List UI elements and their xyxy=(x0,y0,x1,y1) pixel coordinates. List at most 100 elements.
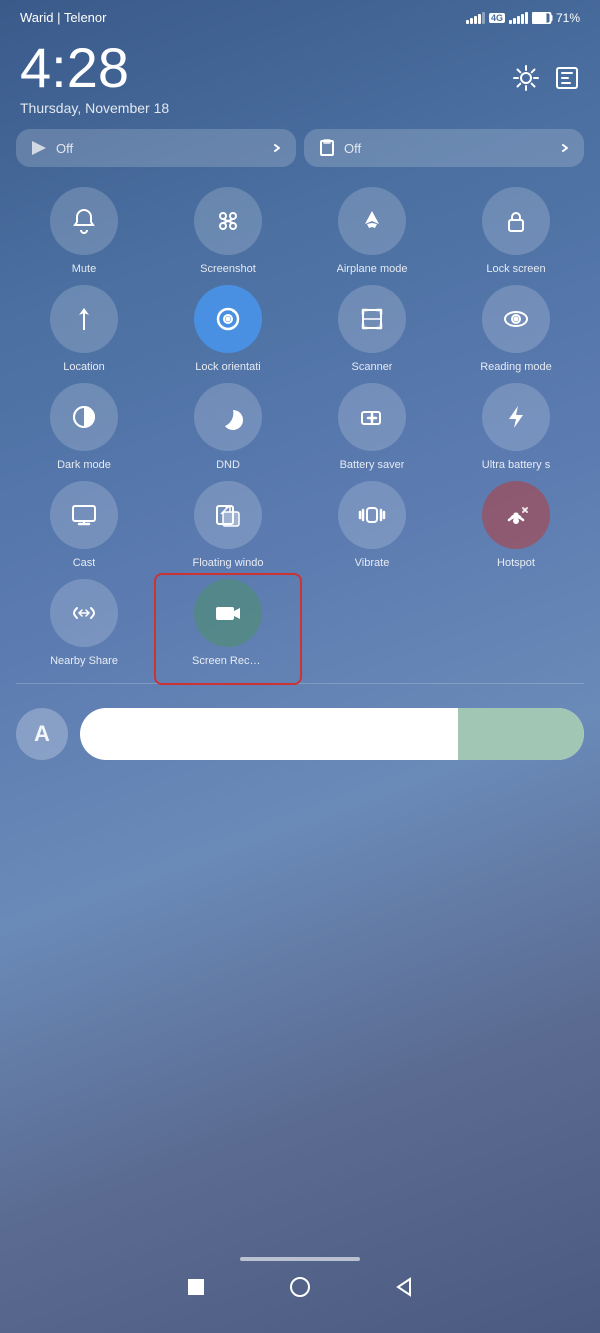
mute-label: Mute xyxy=(72,263,96,275)
location-circle xyxy=(50,285,118,353)
nav-buttons xyxy=(184,1275,416,1299)
top-tiles: Off Off xyxy=(0,121,600,175)
bolt-icon xyxy=(501,402,531,432)
cast-top-icon xyxy=(30,139,48,157)
tile-nearby-share[interactable]: Nearby Share xyxy=(16,579,152,667)
scanner-circle xyxy=(338,285,406,353)
quick-settings-grid: Mute Screenshot Airplane mode xyxy=(0,179,600,675)
eye-icon xyxy=(501,304,531,334)
nearby-share-circle xyxy=(50,579,118,647)
top-tile-1[interactable]: Off xyxy=(16,129,296,167)
settings-icon[interactable] xyxy=(512,64,540,92)
location-icon xyxy=(70,305,98,333)
signal-bars-2 xyxy=(509,12,528,24)
hotspot-icon xyxy=(501,500,531,530)
battery-saver-label: Battery saver xyxy=(340,459,405,471)
scanner-icon xyxy=(357,304,387,334)
tile-floating-window[interactable]: Floating windo xyxy=(160,481,296,569)
battery-plus-icon xyxy=(357,402,387,432)
floating-icon xyxy=(213,500,243,530)
tile-scanner[interactable]: Scanner xyxy=(304,285,440,373)
dnd-label: DND xyxy=(216,459,240,471)
screen-record-circle xyxy=(194,579,262,647)
video-camera-icon xyxy=(213,598,243,628)
top-tile-1-label: Off xyxy=(56,141,73,156)
tile-cast[interactable]: Cast xyxy=(16,481,152,569)
top-tile-2-label: Off xyxy=(344,141,361,156)
screen-record-label: Screen Record xyxy=(192,655,264,667)
chevron-icon xyxy=(272,143,282,153)
chevron-icon-2 xyxy=(560,143,570,153)
location-label: Location xyxy=(63,361,105,373)
vibrate-label: Vibrate xyxy=(355,557,390,569)
airplane-icon xyxy=(357,206,387,236)
separator xyxy=(16,683,584,684)
reading-mode-circle xyxy=(482,285,550,353)
ultra-battery-circle xyxy=(482,383,550,451)
battery-saver-circle xyxy=(338,383,406,451)
airplane-circle xyxy=(338,187,406,255)
bell-icon xyxy=(69,206,99,236)
edit-icon[interactable] xyxy=(554,65,580,91)
ultra-battery-label: Ultra battery s xyxy=(482,459,550,471)
tile-location[interactable]: Location xyxy=(16,285,152,373)
reading-mode-label: Reading mode xyxy=(480,361,552,373)
scanner-label: Scanner xyxy=(352,361,393,373)
network-badge: 4G xyxy=(489,13,505,23)
floating-window-label: Floating windo xyxy=(193,557,264,569)
user-avatar[interactable]: A xyxy=(16,708,68,760)
hotspot-circle xyxy=(482,481,550,549)
time-icons xyxy=(512,64,580,92)
sun-icon xyxy=(96,721,122,747)
tile-hotspot[interactable]: Hotspot xyxy=(448,481,584,569)
tile-airplane[interactable]: Airplane mode xyxy=(304,187,440,275)
tile-screenshot[interactable]: Screenshot xyxy=(160,187,296,275)
floating-window-circle xyxy=(194,481,262,549)
recents-button[interactable] xyxy=(184,1275,208,1299)
back-button[interactable] xyxy=(392,1275,416,1299)
battery-percent: 71% xyxy=(556,11,580,25)
status-right: 4G 71% xyxy=(466,11,580,25)
time-section: 4:28 Thursday, November 18 xyxy=(0,30,600,121)
screenshot-label: Screenshot xyxy=(200,263,256,275)
tile-battery-saver[interactable]: Battery saver xyxy=(304,383,440,471)
tile-dark-mode[interactable]: Dark mode xyxy=(16,383,152,471)
date-display: Thursday, November 18 xyxy=(20,100,169,116)
vibrate-circle xyxy=(338,481,406,549)
tile-screen-record[interactable]: Screen Record xyxy=(160,579,296,667)
tile-mute[interactable]: Mute xyxy=(16,187,152,275)
moon-icon xyxy=(213,402,243,432)
lock-orientation-circle xyxy=(194,285,262,353)
status-bar: Warid | Telenor 4G 71% xyxy=(0,0,600,30)
signal-bars-1 xyxy=(466,12,485,24)
vibrate-icon xyxy=(357,500,387,530)
tile-lock-orientation[interactable]: Lock orientati xyxy=(160,285,296,373)
navigation-bar xyxy=(0,1253,600,1333)
brightness-bar[interactable] xyxy=(80,708,584,760)
lock-circle xyxy=(482,187,550,255)
tile-ultra-battery[interactable]: Ultra battery s xyxy=(448,383,584,471)
top-tile-2[interactable]: Off xyxy=(304,129,584,167)
cast-circle xyxy=(50,481,118,549)
brightness-section: A xyxy=(0,692,600,768)
clipboard-icon xyxy=(318,139,336,157)
rotate-lock-icon xyxy=(213,304,243,334)
home-button[interactable] xyxy=(288,1275,312,1299)
tile-reading-mode[interactable]: Reading mode xyxy=(448,285,584,373)
scissors-icon xyxy=(213,206,243,236)
cast-label: Cast xyxy=(73,557,96,569)
battery-indicator: 71% xyxy=(532,11,580,25)
dark-mode-circle xyxy=(50,383,118,451)
tile-dnd[interactable]: DND xyxy=(160,383,296,471)
dnd-circle xyxy=(194,383,262,451)
tile-vibrate[interactable]: Vibrate xyxy=(304,481,440,569)
time-display: 4:28 xyxy=(20,40,169,96)
lock-icon xyxy=(502,207,530,235)
tile-lock-screen[interactable]: Lock screen xyxy=(448,187,584,275)
lock-screen-label: Lock screen xyxy=(486,263,545,275)
airplane-label: Airplane mode xyxy=(337,263,408,275)
carrier-text: Warid | Telenor xyxy=(20,10,106,25)
home-indicator xyxy=(240,1257,360,1261)
brightness-fill xyxy=(458,708,584,760)
nearby-share-icon xyxy=(69,598,99,628)
